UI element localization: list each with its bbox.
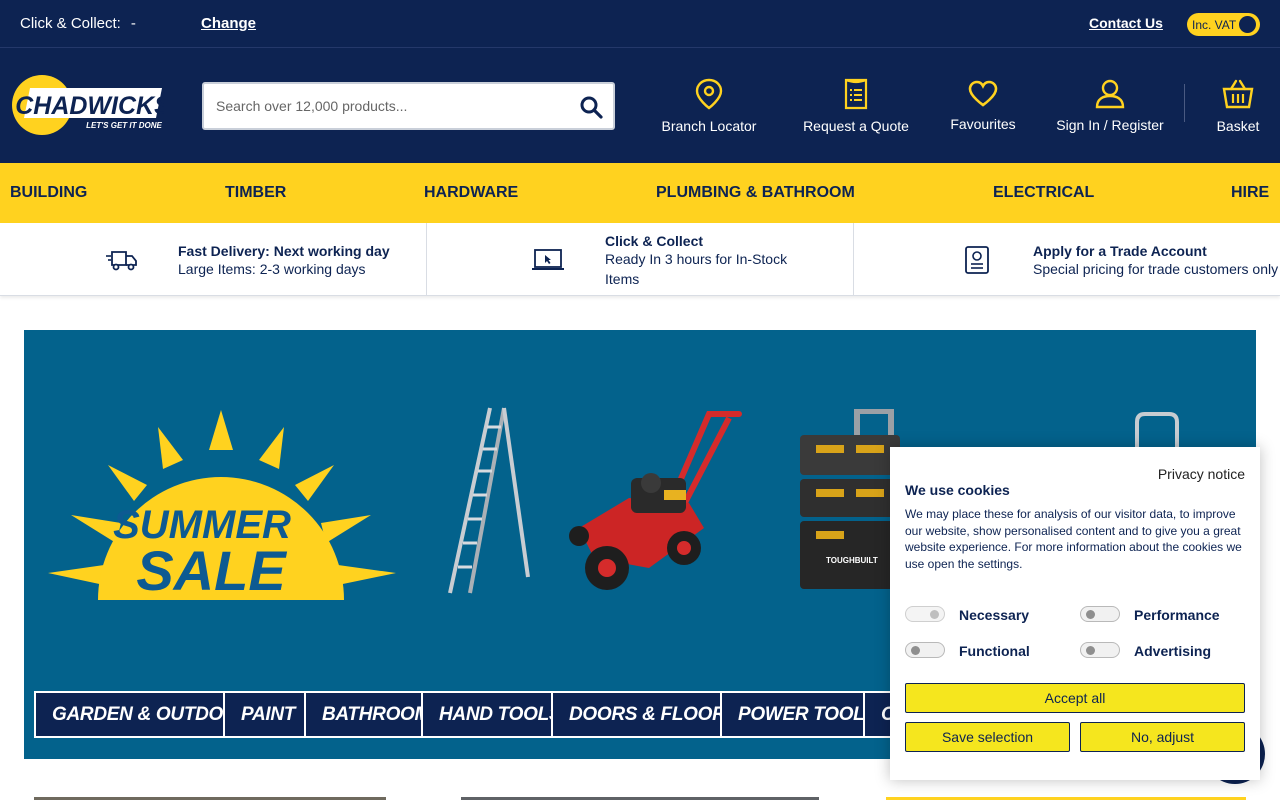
toggle-advertising[interactable] [1080, 642, 1120, 658]
category-building[interactable]: BUILDING [10, 184, 87, 202]
search-input[interactable] [216, 96, 566, 116]
usp-strip: Fast Delivery: Next working day Large It… [0, 223, 1280, 296]
ladder-product-image [448, 407, 530, 594]
cookie-title: We use cookies [905, 482, 1010, 498]
toggle-knob [911, 646, 920, 655]
toggle-knob [1086, 610, 1095, 619]
logo-tagline: LET'S GET IT DONE [86, 121, 162, 130]
toggle-performance[interactable] [1080, 606, 1120, 622]
top-bar: Click & Collect: - Change Contact Us Inc.… [0, 0, 1280, 48]
change-branch-link[interactable]: Change [201, 15, 256, 32]
toggle-knob [930, 610, 939, 619]
usp-click-collect[interactable]: Click & Collect Ready In 3 hours for In-… [532, 223, 850, 295]
hero-category-paint[interactable]: PAINT [223, 691, 314, 738]
vat-toggle[interactable]: Inc. VAT [1187, 13, 1260, 36]
logo-wordmark: CHADWICKS [15, 92, 164, 120]
laptop-cursor-icon [532, 249, 564, 270]
usp-delivery-sub: Large Items: 2-3 working days [178, 261, 366, 277]
contact-us-link[interactable]: Contact Us [1089, 15, 1163, 31]
delivery-truck-icon [106, 251, 137, 271]
map-pin-icon [695, 78, 723, 110]
usp-separator [426, 223, 427, 295]
usp-trade-account[interactable]: Apply for a Trade Account Special pricin… [964, 223, 1280, 295]
search-box [202, 82, 615, 130]
click-collect-value: - [130, 15, 136, 32]
basket-link[interactable]: Basket [1212, 78, 1264, 134]
header-divider [1184, 84, 1185, 122]
option-functional-label[interactable]: Functional [959, 643, 1030, 659]
click-collect-label: Click & Collect: [20, 15, 121, 32]
usp-click-collect-title: Click & Collect [605, 233, 704, 249]
chadwicks-logo[interactable]: CHADWICKS LET'S GET IT DONE [12, 74, 171, 138]
basket-label: Basket [1216, 118, 1260, 134]
favourites-label: Favourites [950, 116, 1016, 132]
category-hardware[interactable]: HARDWARE [424, 184, 518, 202]
cookie-consent-panel: Privacy notice We use cookies We may pla… [890, 447, 1260, 780]
sign-in-link[interactable]: Sign In / Register [1052, 79, 1168, 133]
accept-all-button[interactable]: Accept all [905, 683, 1245, 713]
option-advertising-label[interactable]: Advertising [1134, 643, 1211, 659]
usp-separator [853, 223, 854, 295]
logo-graphic: CHADWICKS LET'S GET IT DONE [12, 75, 171, 135]
save-selection-button[interactable]: Save selection [905, 722, 1070, 752]
usp-delivery[interactable]: Fast Delivery: Next working day Large It… [106, 223, 424, 295]
site-header: CHADWICKS LET'S GET IT DONE Branch Locat… [0, 48, 1280, 163]
user-icon [1095, 79, 1125, 109]
category-hire[interactable]: HIRE [1231, 184, 1269, 202]
category-timber[interactable]: TIMBER [225, 184, 286, 202]
favourites-link[interactable]: Favourites [946, 80, 1020, 132]
cookie-description: We may place these for analysis of our v… [905, 507, 1242, 571]
sun-graphic: SUMMER SALE [48, 410, 396, 602]
request-quote-label: Request a Quote [803, 118, 909, 134]
category-nav: BUILDING TIMBER HARDWARE PLUMBING & BATH… [0, 163, 1280, 223]
privacy-notice-link[interactable]: Privacy notice [1158, 466, 1245, 482]
branch-locator-label: Branch Locator [661, 118, 757, 134]
branch-locator-link[interactable]: Branch Locator [660, 78, 758, 134]
click-collect-status: Click & Collect: - [20, 15, 136, 32]
document-list-icon [844, 78, 868, 110]
option-necessary-label[interactable]: Necessary [959, 607, 1029, 623]
toggle-knob [1086, 646, 1095, 655]
toggle-functional[interactable] [905, 642, 945, 658]
heart-icon [968, 80, 998, 107]
usp-trade-title: Apply for a Trade Account [1033, 243, 1207, 259]
vat-toggle-label: Inc. VAT [1192, 18, 1237, 32]
vat-toggle-knob [1239, 16, 1256, 33]
usp-delivery-title: Fast Delivery: Next working day [178, 243, 390, 259]
usp-trade-sub: Special pricing for trade customers only [1033, 261, 1279, 277]
toolbox-brand-label: TOUGHBUILT [826, 556, 878, 565]
trade-account-icon [965, 246, 989, 274]
no-adjust-button[interactable]: No, adjust [1080, 722, 1245, 752]
request-quote-link[interactable]: Request a Quote [800, 78, 912, 134]
search-icon[interactable] [579, 95, 603, 119]
sale-headline-sale: SALE [136, 539, 287, 602]
category-plumbing-bathroom[interactable]: PLUMBING & BATHROOM [656, 184, 855, 202]
lawn-mower-product-image [569, 411, 742, 590]
usp-click-collect-sub: Ready In 3 hours for In-Stock Items [605, 251, 788, 287]
toggle-necessary[interactable] [905, 606, 945, 622]
option-performance-label[interactable]: Performance [1134, 607, 1220, 623]
sign-in-label: Sign In / Register [1056, 117, 1164, 133]
category-electrical[interactable]: ELECTRICAL [993, 184, 1094, 202]
basket-icon [1222, 79, 1254, 109]
